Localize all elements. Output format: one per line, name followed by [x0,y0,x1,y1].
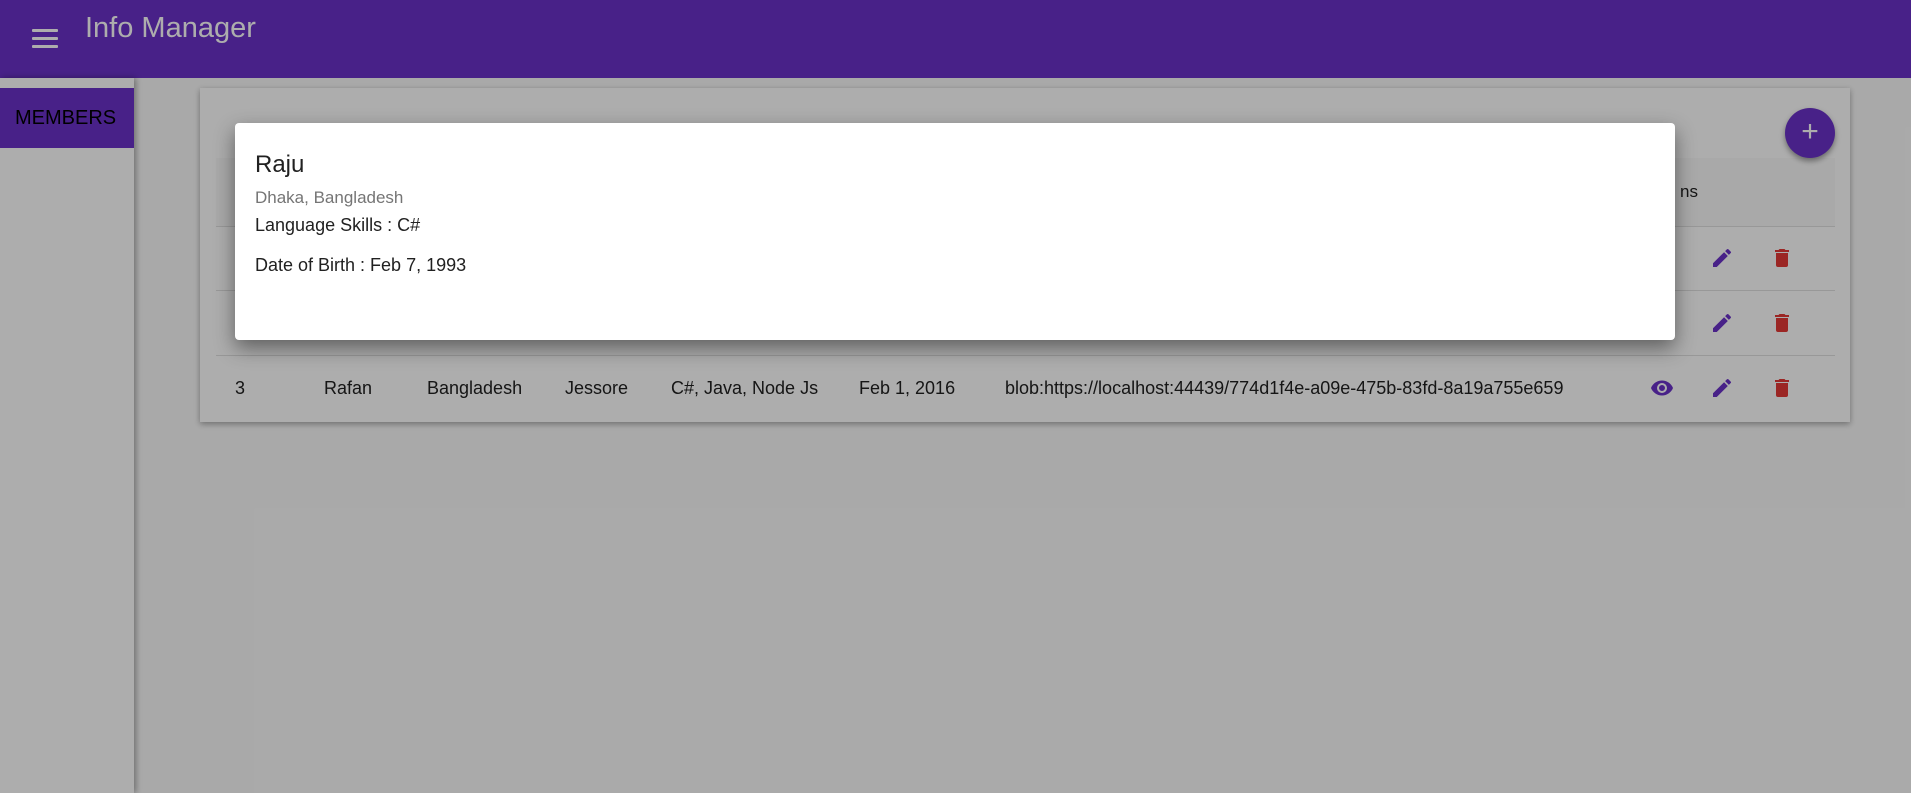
member-details-dialog: Raju Dhaka, Bangladesh Language Skills :… [235,123,1675,340]
dialog-member-location: Dhaka, Bangladesh [255,188,404,207]
dialog-member-name: Raju [255,151,305,178]
dialog-language-skills: Language Skills : C# [255,215,421,235]
modal-backdrop[interactable] [0,0,1911,793]
dialog-date-of-birth: Date of Birth : Feb 7, 1993 [255,255,467,275]
